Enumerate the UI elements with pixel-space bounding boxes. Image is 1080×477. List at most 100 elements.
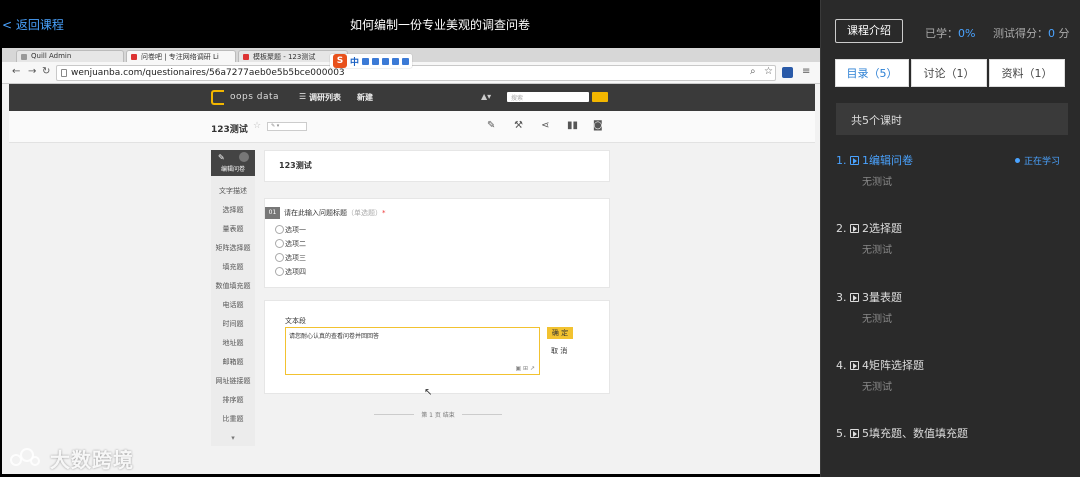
- nav-matrix[interactable]: 矩阵选择题: [211, 243, 255, 253]
- watermark-logo-icon: [8, 446, 44, 470]
- ime-tool-icon[interactable]: [382, 57, 390, 65]
- nav-sort[interactable]: 排序题: [211, 395, 255, 405]
- course-sidebar: 课程介绍 已学：0% 测试得分：0 分 目录（5） 讨论（1） 资料（1） 共5…: [820, 0, 1080, 477]
- wrench-icon[interactable]: ⚒: [514, 120, 523, 131]
- test-score: 测试得分：0 分: [993, 27, 1070, 40]
- lesson-item[interactable]: 4. 4矩阵选择题 无测试: [836, 357, 1068, 411]
- browser-tab-quill[interactable]: Quill Admin: [16, 50, 124, 62]
- lesson-test-status: 无测试: [862, 382, 892, 393]
- image-icon[interactable]: ▣ ⊞ ↗: [515, 365, 535, 372]
- nav-time[interactable]: 时间题: [211, 319, 255, 329]
- tab-catalog[interactable]: 目录（5）: [835, 59, 909, 87]
- lesson-test-status: 无测试: [862, 245, 892, 256]
- ime-tool-icon[interactable]: [372, 57, 380, 65]
- star-icon[interactable]: ☆: [253, 121, 261, 131]
- survey-name: 123测试: [211, 125, 248, 135]
- play-icon: [850, 361, 859, 370]
- browser-tab-wenjuanba[interactable]: 问卷吧 | 专注网络调研 Li: [126, 50, 236, 62]
- edit-pen-icon[interactable]: ✎: [487, 120, 495, 131]
- option-4[interactable]: 选项四: [275, 267, 306, 277]
- site-search-button[interactable]: [592, 92, 608, 102]
- sogou-ime-icon[interactable]: S: [333, 54, 347, 68]
- menu-icon[interactable]: ≡: [802, 66, 810, 77]
- mouse-cursor-icon: ↖: [424, 387, 433, 398]
- site-search-input[interactable]: 搜索: [507, 92, 589, 102]
- nav-text-description[interactable]: 文字描述: [211, 186, 255, 196]
- lesson-item[interactable]: 3. 3量表题 无测试: [836, 289, 1068, 343]
- learned-progress: 已学：0%: [925, 27, 976, 40]
- site-logo[interactable]: oops data: [230, 92, 279, 102]
- ime-tool-icon[interactable]: [362, 57, 370, 65]
- nav-address[interactable]: 地址题: [211, 338, 255, 348]
- question-card[interactable]: 01 请在此输入问题标题（单选题）* 选项一 选项二 选项三 选项四: [264, 198, 610, 288]
- cancel-button[interactable]: 取 消: [551, 346, 567, 356]
- lesson-title: 1. 1编辑问卷: [836, 154, 913, 167]
- bookmark-star-icon[interactable]: ☆: [764, 66, 773, 77]
- edit-survey-tab[interactable]: ✎ 编辑问卷: [211, 150, 255, 176]
- page-icon: [61, 69, 67, 77]
- zoom-icon[interactable]: ⌕: [750, 66, 756, 77]
- nav-new[interactable]: 新建: [357, 92, 373, 103]
- option-2[interactable]: 选项二: [275, 239, 306, 249]
- option-3[interactable]: 选项三: [275, 253, 306, 263]
- extension-icon[interactable]: [782, 67, 793, 78]
- favicon-icon: [131, 54, 137, 60]
- watermark: 大数跨境: [8, 444, 134, 472]
- nav-url[interactable]: 网址链接题: [211, 376, 255, 386]
- preview-icon[interactable]: ◙: [593, 120, 603, 131]
- lesson-title: 2. 2选择题: [836, 222, 902, 235]
- lesson-title: 4. 4矩阵选择题: [836, 359, 924, 372]
- confirm-button[interactable]: 确 定: [547, 327, 573, 339]
- tab-discussion[interactable]: 讨论（1）: [911, 59, 987, 87]
- back-arrow-icon[interactable]: ←: [12, 66, 20, 77]
- back-to-course-link[interactable]: < 返回课程: [2, 16, 64, 33]
- settings-icon[interactable]: [239, 152, 249, 162]
- play-icon: [850, 224, 859, 233]
- share-icon[interactable]: ⋖: [541, 120, 549, 131]
- user-icon[interactable]: ▲▾: [481, 92, 491, 101]
- nav-numeric-fill[interactable]: 数值填充题: [211, 281, 255, 291]
- text-block-card: 文本段 请您耐心认真的查看问卷并回回答 ▣ ⊞ ↗ 确 定 取 消: [264, 300, 610, 394]
- tab-materials[interactable]: 资料（1）: [989, 59, 1065, 87]
- nav-email[interactable]: 邮箱题: [211, 357, 255, 367]
- nav-scale[interactable]: 量表题: [211, 224, 255, 234]
- lessons-count-header: 共5个课时: [836, 103, 1068, 135]
- lesson-title: 5. 5填充题、数值填充题: [836, 427, 968, 440]
- lesson-item[interactable]: 5. 5填充题、数值填充题: [836, 425, 1068, 477]
- address-input[interactable]: wenjuanba.com/questionaires/56a7277aeb0e…: [56, 65, 776, 81]
- question-number: 01: [265, 207, 280, 219]
- survey-title-card[interactable]: 123测试: [264, 150, 610, 182]
- course-intro-button[interactable]: 课程介绍: [835, 19, 903, 43]
- text-block-label: 文本段: [285, 317, 306, 325]
- lesson-test-status: 无测试: [862, 314, 892, 325]
- question-title[interactable]: 请在此输入问题标题（单选题）*: [284, 208, 386, 218]
- nav-fill[interactable]: 填充题: [211, 262, 255, 272]
- play-icon: [850, 293, 859, 302]
- course-player: 如何编制一份专业美观的调查问卷 < 返回课程 Quill Admin 问卷吧 |…: [0, 0, 1080, 477]
- scroll-down-icon[interactable]: ▾: [211, 434, 255, 442]
- nav-phone[interactable]: 电话题: [211, 300, 255, 310]
- ime-tool-icon[interactable]: [392, 57, 400, 65]
- stats-icon[interactable]: ▮▮: [567, 120, 578, 131]
- play-icon: [850, 429, 859, 438]
- option-1[interactable]: 选项一: [275, 225, 306, 235]
- question-type-nav: ✎ 编辑问卷 文字描述 选择题 量表题 矩阵选择题 填充题 数值填充题 电话题 …: [211, 150, 255, 446]
- nav-weight[interactable]: 比重题: [211, 414, 255, 424]
- lesson-item[interactable]: 2. 2选择题 无测试: [836, 220, 1068, 274]
- ime-toolbar: S 中: [330, 54, 413, 68]
- nav-survey-list[interactable]: 调研列表: [309, 92, 341, 103]
- video-frame[interactable]: Quill Admin 问卷吧 | 专注网络调研 Li 模板聚题 - 123测试…: [2, 48, 820, 474]
- forward-arrow-icon[interactable]: →: [28, 66, 36, 77]
- reload-icon[interactable]: ↻: [42, 66, 50, 77]
- ime-tool-icon[interactable]: [402, 57, 410, 65]
- survey-status-field[interactable]: ✎ ▾: [267, 122, 307, 131]
- lesson-item[interactable]: 1. 1编辑问卷 正在学习 无测试: [836, 152, 1068, 206]
- play-icon: [850, 156, 859, 165]
- text-block-textarea[interactable]: 请您耐心认真的查看问卷并回回答 ▣ ⊞ ↗: [285, 327, 540, 375]
- ime-chinese-mode[interactable]: 中: [350, 55, 359, 68]
- survey-toolbar: 123测试 ☆ ✎ ▾ ✎ ⚒ ⋖ ▮▮ ◙: [9, 111, 815, 143]
- lesson-title: 3. 3量表题: [836, 291, 902, 304]
- nav-menu-icon[interactable]: ☰: [299, 92, 306, 101]
- player-topbar: 如何编制一份专业美观的调查问卷 < 返回课程: [0, 0, 820, 48]
- nav-choice[interactable]: 选择题: [211, 205, 255, 215]
